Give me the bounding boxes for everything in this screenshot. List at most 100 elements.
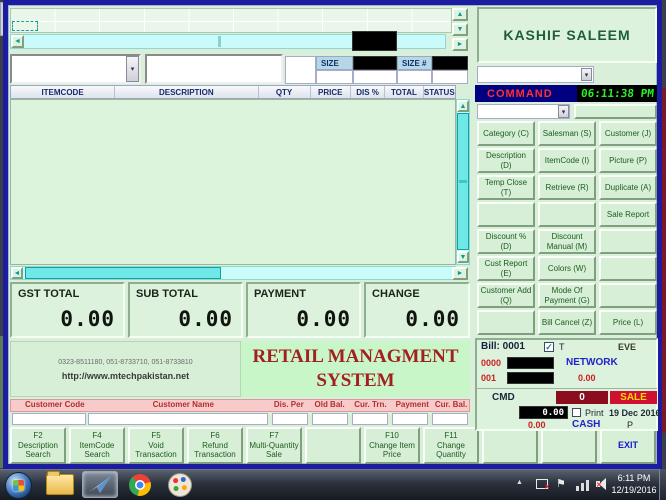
item-entry-field[interactable] xyxy=(145,54,283,84)
button-label: Price (L) xyxy=(613,318,643,328)
size-grid-cell[interactable] xyxy=(316,70,353,84)
taskbar-clock[interactable]: 6:11 PM 12/19/2016 xyxy=(608,472,660,496)
f10-change-item-price-button[interactable]: F10Change Item Price xyxy=(364,427,420,464)
mode-of-payment-button[interactable]: Mode Of Payment (G) xyxy=(538,283,596,308)
vscroll-up-icon[interactable]: ▲ xyxy=(457,100,469,112)
bill-checkbox-checked[interactable]: ✓ xyxy=(544,342,554,352)
top-entry-grid[interactable] xyxy=(10,8,452,33)
taskbar-explorer-button[interactable] xyxy=(42,471,78,498)
print-checkbox-unchecked[interactable] xyxy=(572,408,581,417)
price-button[interactable]: Price (L) xyxy=(599,310,657,335)
customer-button[interactable]: Customer (J) xyxy=(599,121,657,146)
column-qty[interactable]: QTY xyxy=(259,86,311,98)
blank-action-button[interactable] xyxy=(538,202,596,227)
picture-button[interactable]: Picture (P) xyxy=(599,148,657,173)
size-grid-cell[interactable] xyxy=(432,70,468,84)
button-label: Category (C) xyxy=(483,129,529,139)
combobox-dropdown-icon[interactable]: ▾ xyxy=(126,56,139,82)
old-bal-input[interactable] xyxy=(312,413,348,425)
f6-refund-transaction-button[interactable]: F6Refund Transaction xyxy=(187,427,243,464)
hscroll-right-button[interactable]: ► xyxy=(452,267,468,280)
blank-function-button[interactable] xyxy=(482,427,538,464)
f2-description-search-button[interactable]: F2Description Search xyxy=(10,427,66,464)
column-price[interactable]: PRICE xyxy=(311,86,351,98)
item-lookup-combobox[interactable] xyxy=(10,54,141,84)
blank-action-button[interactable] xyxy=(599,256,657,281)
salesman-dropdown-icon[interactable]: ▾ xyxy=(581,68,592,81)
payment-input[interactable] xyxy=(392,413,428,425)
taskbar-paint-button[interactable] xyxy=(162,471,198,498)
f5-label: Void Transaction xyxy=(130,441,182,460)
dis-per-input[interactable] xyxy=(272,413,308,425)
scroll-down-button[interactable]: ▼ xyxy=(452,23,468,36)
item-list[interactable] xyxy=(10,99,456,265)
start-button[interactable] xyxy=(5,472,32,499)
temp-close-button[interactable]: Temp Close (T) xyxy=(477,175,535,200)
scroll-thumb-notch[interactable] xyxy=(218,36,221,47)
taskbar-chrome-button[interactable] xyxy=(122,471,158,498)
blank-action-button[interactable] xyxy=(599,283,657,308)
f11-change-quantity-button[interactable]: F11Change Quantity xyxy=(423,427,479,464)
show-desktop-button[interactable] xyxy=(659,469,666,500)
hscroll-left-icon[interactable]: ◄ xyxy=(11,267,23,279)
cmd-count-text: 0 xyxy=(579,392,585,403)
customer-code-input[interactable] xyxy=(12,413,86,425)
volume-muted-icon[interactable] xyxy=(596,481,600,487)
column-itemcode[interactable]: ITEMCODE xyxy=(11,86,115,98)
scroll-left-icon[interactable]: ◄ xyxy=(11,35,24,48)
description-button[interactable]: Description (D) xyxy=(477,148,535,173)
size-grid-cell[interactable] xyxy=(353,70,397,84)
f7-multi-quantity-sale-button[interactable]: F7Multi-Quantity Sale xyxy=(246,427,302,464)
colors-button[interactable]: Colors (W) xyxy=(538,256,596,281)
discount-manual-button[interactable]: Discount Manual (M) xyxy=(538,229,596,254)
command-dropdown-icon[interactable]: ▾ xyxy=(558,105,569,118)
grid-selection-cell[interactable] xyxy=(12,21,38,31)
cust-report-button[interactable]: Cust Report (E) xyxy=(477,256,535,281)
bill-code-1: 0000 xyxy=(481,358,501,368)
taskbar-active-app-button[interactable] xyxy=(82,471,118,498)
blank-function-button[interactable] xyxy=(541,427,597,464)
action-center-flag-icon[interactable]: ⚑ xyxy=(556,477,566,490)
bill-date: 19 Dec 2016 xyxy=(609,408,661,418)
scroll-up-button[interactable]: ▲ xyxy=(452,8,468,21)
size-grid-cell[interactable] xyxy=(285,56,316,84)
discount-percent-button[interactable]: Discount % (D) xyxy=(477,229,535,254)
exit-button[interactable]: EXIT xyxy=(600,427,656,464)
salesman-combobox[interactable] xyxy=(477,66,594,83)
category-button[interactable]: Category (C) xyxy=(477,121,535,146)
scroll-right-button[interactable]: ► xyxy=(452,38,468,51)
customer-add-button[interactable]: Customer Add (Q) xyxy=(477,283,535,308)
cur-bal-input[interactable] xyxy=(432,413,468,425)
speaker-glyph xyxy=(596,481,600,487)
column-total[interactable]: TOTAL xyxy=(385,86,423,98)
column-description[interactable]: DESCRIPTION xyxy=(115,86,258,98)
cur-trn-input[interactable] xyxy=(352,413,388,425)
itemcode-button[interactable]: ItemCode (I) xyxy=(538,148,596,173)
command-combobox[interactable] xyxy=(477,104,570,119)
network-disconnected-icon[interactable] xyxy=(536,479,548,489)
tray-expand-icon[interactable]: ▲ xyxy=(516,479,523,486)
hscroll-thumb[interactable] xyxy=(25,267,221,279)
column-discount[interactable]: DIS % xyxy=(351,86,385,98)
dis-per-header: Dis. Per xyxy=(268,400,310,411)
sale-report-button[interactable]: Sale Report xyxy=(599,202,657,227)
column-status[interactable]: STATUS xyxy=(424,86,455,98)
f11-key: F11 xyxy=(444,431,457,441)
salesman-button[interactable]: Salesman (S) xyxy=(538,121,596,146)
f5-void-transaction-button[interactable]: F5Void Transaction xyxy=(128,427,184,464)
signal-strength-icon[interactable] xyxy=(576,479,590,491)
duplicate-button[interactable]: Duplicate (A) xyxy=(599,175,657,200)
customer-name-input[interactable] xyxy=(88,413,268,425)
bill-cancel-button[interactable]: Bill Cancel (Z) xyxy=(538,310,596,335)
blank-function-button[interactable] xyxy=(305,427,361,464)
size-grid-cell[interactable] xyxy=(397,70,432,84)
scroll-up-glyph: ▲ xyxy=(457,11,464,18)
sale-mode-badge: SALE xyxy=(610,391,657,404)
vscroll-down-icon[interactable]: ▼ xyxy=(457,251,469,263)
blank-action-button[interactable] xyxy=(477,202,535,227)
f4-itemcode-search-button[interactable]: F4ItemCode Search xyxy=(69,427,125,464)
print-text: Print xyxy=(585,408,604,418)
blank-action-button[interactable] xyxy=(599,229,657,254)
retrieve-button[interactable]: Retrieve (R) xyxy=(538,175,596,200)
blank-action-button[interactable] xyxy=(477,310,535,335)
